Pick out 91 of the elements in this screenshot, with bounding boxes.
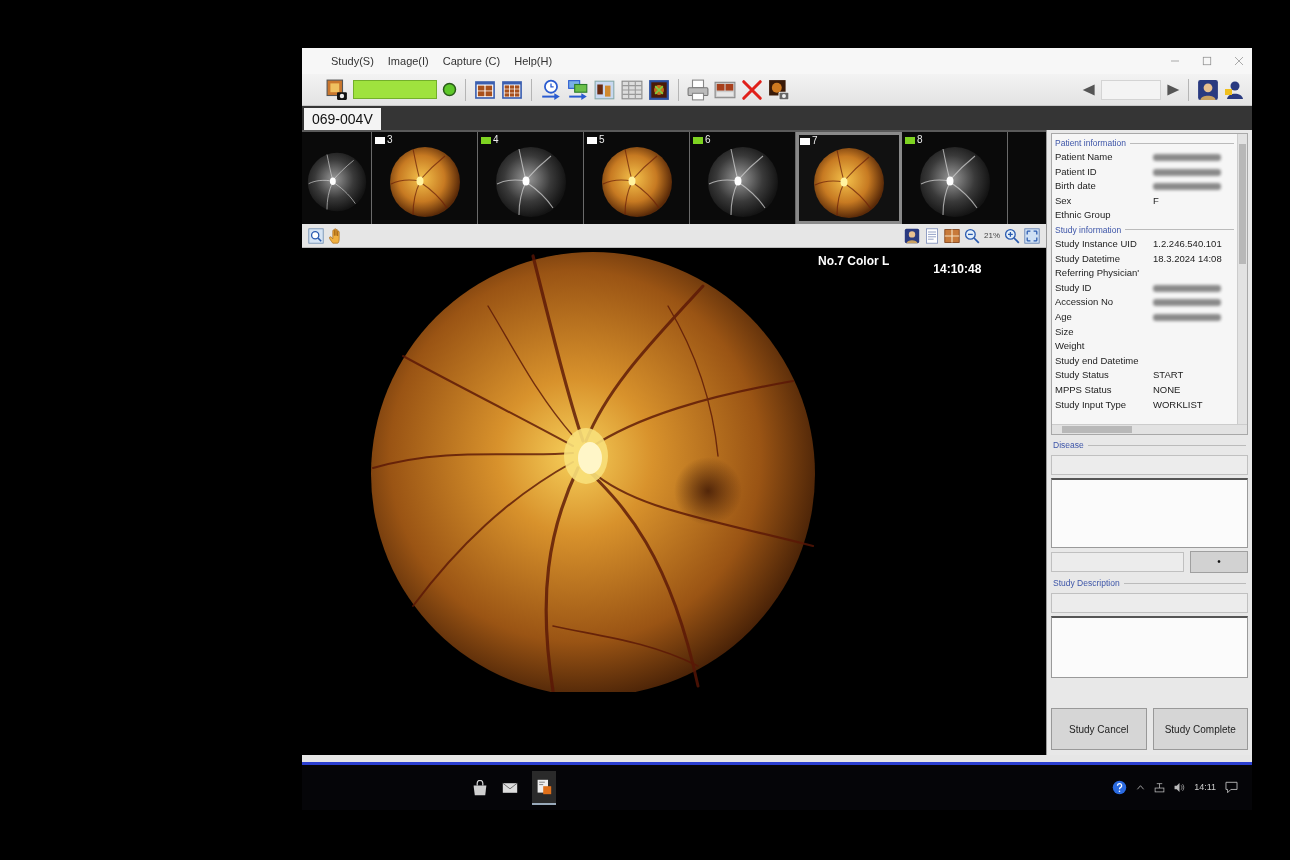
zoom-level: 21% [984, 229, 1000, 242]
user-icon[interactable] [1224, 79, 1244, 100]
photo-camera-icon[interactable] [768, 78, 790, 101]
section-title: Patient information [1055, 137, 1126, 150]
help-icon[interactable] [1112, 780, 1128, 795]
study-action-button[interactable]: Study Complete [1152, 708, 1248, 750]
section-title: Study Description [1053, 577, 1120, 590]
field-label: Size [1055, 324, 1075, 339]
monitors-arrow-icon[interactable] [567, 78, 589, 101]
field-label: Referring Physician' [1055, 266, 1141, 281]
scrollbar-thumb[interactable] [1062, 426, 1132, 433]
field-label: Study ID [1055, 280, 1093, 295]
field-label: Birth date [1055, 179, 1097, 194]
clock-arrow-icon[interactable] [540, 78, 562, 101]
field-value: F [1153, 193, 1160, 208]
thumbnail[interactable]: 6 [690, 132, 796, 224]
volume-icon[interactable] [1174, 782, 1186, 793]
input-field[interactable] [1051, 455, 1248, 475]
document-tab[interactable]: 069-004V [304, 108, 381, 130]
menu-item[interactable]: Study(S) [324, 51, 381, 71]
printer-icon[interactable] [687, 78, 709, 101]
field-value: START [1153, 368, 1185, 383]
vertical-scrollbar[interactable] [1237, 134, 1247, 424]
image-title: No.7 Color L [818, 253, 890, 270]
field-label: Age [1055, 309, 1073, 324]
field-label: Study Instance UID [1055, 236, 1138, 251]
input-field[interactable] [1051, 593, 1248, 613]
study-action-button[interactable]: Study Cancel [1051, 708, 1147, 750]
thumbnail-number: 4 [493, 135, 499, 145]
thumbnail-number: 6 [705, 135, 711, 145]
page-field[interactable] [1101, 79, 1161, 100]
thumbnail[interactable]: 7 [796, 132, 902, 224]
field-label: Sex [1055, 193, 1073, 208]
section-title: Study information [1055, 223, 1122, 237]
field-label: Weight [1055, 339, 1086, 354]
thumbnail-number: 3 [387, 135, 393, 145]
field-label: MPPS Status [1055, 382, 1113, 397]
menu-item[interactable]: Capture (C) [435, 51, 508, 71]
zoom-out-icon[interactable] [964, 227, 980, 244]
text-area[interactable] [1051, 616, 1248, 678]
thumbnail[interactable]: 4 [478, 132, 584, 224]
grid-layout-icon[interactable] [474, 78, 496, 101]
notification-icon[interactable] [1225, 781, 1238, 794]
fit-screen-icon[interactable] [1024, 227, 1040, 244]
thumbnail[interactable]: 5 [584, 132, 690, 224]
thumbnail-number: 8 [917, 135, 923, 145]
field-label: Study end Datetime [1055, 353, 1140, 368]
zoom-in-icon[interactable] [1004, 227, 1020, 244]
zoom-frame-icon[interactable] [308, 227, 324, 244]
horizontal-scrollbar[interactable] [1052, 424, 1247, 434]
active-app-tile[interactable] [532, 770, 556, 805]
person-photo-icon[interactable] [904, 227, 920, 244]
field-label: Accession No [1055, 295, 1115, 310]
field-value: WORKLIST [1153, 397, 1204, 412]
field-label: Patient Name [1055, 150, 1114, 164]
photo-grid-icon[interactable] [944, 227, 960, 244]
thumbnail[interactable]: 8 [902, 132, 1008, 224]
menu-item[interactable]: Image(I) [380, 51, 436, 71]
scrollbar-thumb[interactable] [1239, 144, 1246, 264]
maximize-icon[interactable] [1202, 56, 1212, 66]
dot-button[interactable]: • [1190, 551, 1248, 573]
thumbnail[interactable]: 3 [372, 132, 478, 224]
clock: 14:11 [1194, 780, 1216, 794]
previous-arrow-icon[interactable] [1082, 82, 1096, 97]
section-title: Disease [1053, 439, 1084, 452]
app-icon[interactable] [536, 779, 552, 796]
thumbnail-number: 7 [812, 136, 818, 146]
photo-camera-icon[interactable] [326, 78, 348, 101]
input-field[interactable] [1051, 552, 1184, 572]
bag-icon[interactable] [472, 779, 488, 796]
field-label: Ethnic Group [1055, 208, 1112, 223]
status-light-icon[interactable] [442, 82, 457, 97]
field-value: NONE [1153, 382, 1182, 397]
person-photo-icon[interactable] [1197, 78, 1219, 101]
menu-item[interactable]: Help(H) [507, 51, 560, 71]
photo-frame-icon[interactable] [648, 78, 670, 101]
field-label: Study Input Type [1055, 397, 1128, 412]
network-icon[interactable] [1154, 782, 1166, 793]
field-label: Patient ID [1055, 164, 1098, 179]
field-label: Study Status [1055, 368, 1110, 383]
cross-icon[interactable] [741, 78, 763, 101]
grid-layout-icon[interactable] [501, 78, 523, 101]
capture-time: 14:10:48 [933, 261, 982, 278]
next-arrow-icon[interactable] [1166, 82, 1180, 97]
caret-icon[interactable] [1136, 783, 1146, 792]
thumbnail-number: 5 [599, 135, 605, 145]
panel-bars-icon[interactable] [594, 78, 616, 101]
text-area[interactable] [1051, 478, 1248, 548]
field-value: 1.2.246.540.101 [1153, 236, 1223, 251]
field-value: 18.3.2024 14:08 [1153, 251, 1223, 266]
field-label: Study Datetime [1055, 251, 1121, 266]
